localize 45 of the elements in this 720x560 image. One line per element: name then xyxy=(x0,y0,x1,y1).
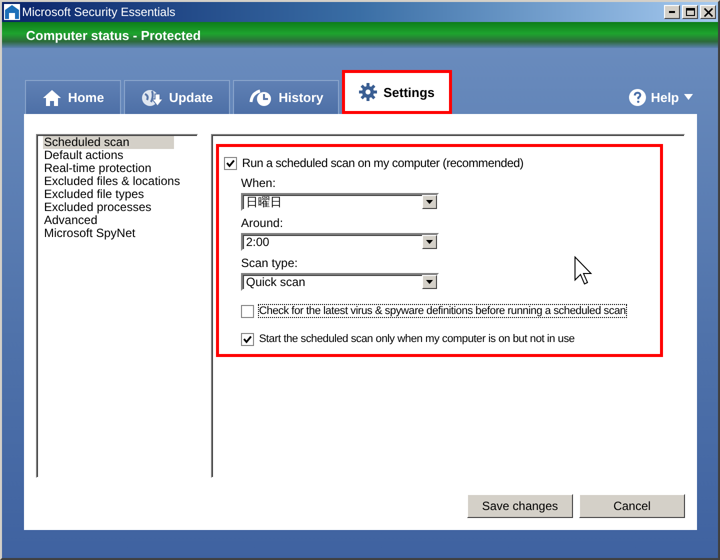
list-item[interactable]: Real-time protection xyxy=(43,162,191,175)
close-button[interactable] xyxy=(700,5,716,19)
list-item[interactable]: Microsoft SpyNet xyxy=(43,227,191,240)
window-title: Microsoft Security Essentials xyxy=(22,5,176,19)
clock-arrow-icon xyxy=(248,88,273,108)
globe-download-icon xyxy=(140,88,163,108)
checkbox-label[interactable]: Check for the latest virus & spyware definitions before running a scheduled scan xyxy=(259,305,626,317)
dropdown[interactable]: 日曜日 xyxy=(241,193,439,211)
field-label: When: xyxy=(241,176,277,190)
dropdown-arrow-icon xyxy=(426,200,433,204)
caret-icon xyxy=(684,94,693,100)
maximize-button[interactable] xyxy=(682,5,698,19)
dropdown[interactable]: Quick scan xyxy=(241,273,439,291)
field-label: Around: xyxy=(241,216,284,230)
minimize-button[interactable] xyxy=(664,5,680,19)
tab[interactable]: Settings xyxy=(342,70,452,114)
checkbox[interactable] xyxy=(224,156,237,170)
list-item[interactable]: Excluded file types xyxy=(43,188,191,201)
dropdown-arrow-icon xyxy=(426,240,433,244)
tab[interactable]: History xyxy=(233,80,339,114)
help-button[interactable]: Help xyxy=(628,80,693,114)
list-item[interactable]: Advanced xyxy=(43,214,191,227)
list-item[interactable]: Excluded files & locations xyxy=(43,175,191,188)
close-icon xyxy=(704,8,712,16)
list-item[interactable]: Default actions xyxy=(43,149,191,162)
minimize-icon xyxy=(669,11,675,13)
mouse-pointer-icon xyxy=(574,256,593,286)
list-item[interactable]: Scheduled scan xyxy=(43,136,174,149)
dialog-button[interactable]: Save changes xyxy=(467,494,573,518)
house-icon xyxy=(42,88,62,106)
tab[interactable]: Home xyxy=(25,80,121,114)
checkbox-label[interactable]: Start the scheduled scan only when my computer is on but not in use xyxy=(259,333,575,345)
help-icon xyxy=(628,88,646,106)
dialog-button[interactable]: Cancel xyxy=(579,494,685,518)
field-label: Scan type: xyxy=(241,256,299,270)
checkbox[interactable] xyxy=(241,304,254,318)
dropdown[interactable]: 2:00 xyxy=(241,233,439,251)
maximize-icon xyxy=(686,8,694,16)
checkbox-label[interactable]: Run a scheduled scan on my computer (recommended) xyxy=(242,156,524,170)
checkbox[interactable] xyxy=(241,332,254,346)
status-text: Computer status - Protected xyxy=(26,28,201,42)
list-item[interactable]: Excluded processes xyxy=(43,201,191,214)
settings-icon xyxy=(359,83,378,101)
dropdown-arrow-icon xyxy=(426,280,433,284)
tab[interactable]: Update xyxy=(124,80,230,114)
